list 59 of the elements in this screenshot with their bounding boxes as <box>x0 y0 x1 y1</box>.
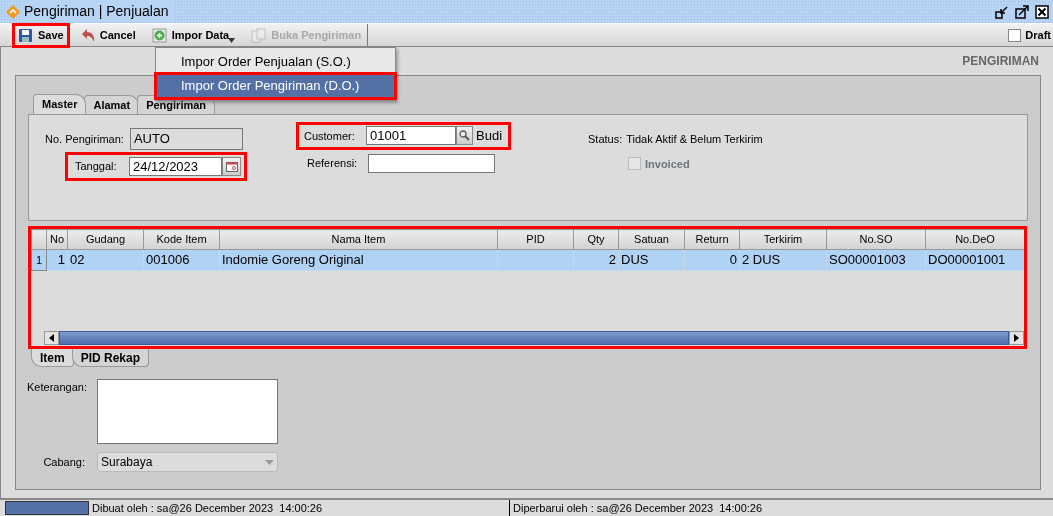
search-button[interactable] <box>456 126 473 146</box>
table-cell: Indomie Goreng Original <box>219 249 498 270</box>
search-icon <box>459 130 470 142</box>
menu-item[interactable]: Impor Order Pengiriman (D.O.) <box>156 74 395 98</box>
form-heading: PENGIRIMAN <box>962 53 1039 70</box>
field-label: Keterangan: <box>27 380 85 395</box>
column-header[interactable]: No.DeO <box>925 229 1025 250</box>
status-text: Diperbarui oleh : sa@26 December 2023 14:00:26 <box>509 499 763 516</box>
left-arrow-icon <box>49 334 54 342</box>
right-arrow-icon <box>1014 334 1019 342</box>
menu-item[interactable]: Impor Order Penjualan (S.O.) <box>156 50 395 74</box>
number-field: AUTO <box>129 128 243 150</box>
status-label: Status: <box>588 132 623 147</box>
notes-field[interactable] <box>97 379 278 444</box>
import-dropdown-button[interactable]: Impor Data <box>147 24 240 46</box>
field-label: Cabang: <box>42 454 85 470</box>
column-header[interactable]: Gudang <box>67 229 144 250</box>
column-header[interactable]: Nama Item <box>219 229 498 250</box>
scroll-right-button[interactable] <box>1009 331 1024 345</box>
tab[interactable]: Alamat <box>84 94 140 114</box>
scrollbar-thumb[interactable] <box>59 331 1009 345</box>
column-header[interactable]: PID <box>497 229 574 250</box>
date-field[interactable]: 24/12/2023 <box>129 157 222 176</box>
cancel-button[interactable]: Cancel <box>75 24 140 46</box>
calendar-icon <box>225 161 238 172</box>
field-label: Referensi: <box>307 155 359 171</box>
column-header[interactable]: Satuan <box>618 229 685 250</box>
calendar-button[interactable] <box>222 157 241 176</box>
scroll-left-button[interactable] <box>44 331 59 345</box>
app-logo-icon <box>6 4 20 19</box>
tab[interactable]: Item <box>31 347 74 367</box>
field-label: Tanggal: <box>75 159 118 175</box>
window-title: Pengiriman | Penjualan <box>20 1 175 22</box>
column-header[interactable]: Qty <box>573 229 619 250</box>
floppy-icon <box>18 27 33 43</box>
field-label: Customer: <box>304 128 356 144</box>
status-text: Dibuat oleh : sa@26 December 2023 14:00:26 <box>91 500 324 516</box>
field-label: No. Pengiriman: <box>45 131 124 147</box>
row-header: 1 <box>31 249 47 270</box>
save-button[interactable]: Save <box>14 24 68 46</box>
column-header[interactable]: Return <box>684 229 740 250</box>
draft-checkbox[interactable]: Draft <box>1008 26 1053 44</box>
caret-icon <box>228 37 236 43</box>
status-value: Tidak Aktif & Belum Terkirim <box>626 132 763 147</box>
dropdown-caret-icon <box>265 459 274 465</box>
customer-field[interactable]: 01001 <box>366 126 456 146</box>
import-icon <box>151 27 167 43</box>
column-header[interactable]: No <box>46 229 68 250</box>
close-icon[interactable] <box>1035 4 1049 19</box>
column-header[interactable]: No.SO <box>826 229 926 250</box>
reference-field[interactable] <box>368 153 495 173</box>
table-row[interactable]: 1 1 02 001006 Indomie Goreng Original 2 DUS 0 2 DUS SO00001003 DO00001001 <box>31 249 1025 270</box>
column-header[interactable]: Terkirim <box>739 229 827 250</box>
maximize-icon[interactable] <box>1015 4 1029 19</box>
column-header[interactable]: Kode Item <box>143 229 220 250</box>
restore-icon[interactable] <box>995 4 1009 19</box>
tab[interactable]: Master <box>33 93 87 114</box>
pages-icon <box>251 27 267 43</box>
customer-name: Budi <box>476 127 503 145</box>
